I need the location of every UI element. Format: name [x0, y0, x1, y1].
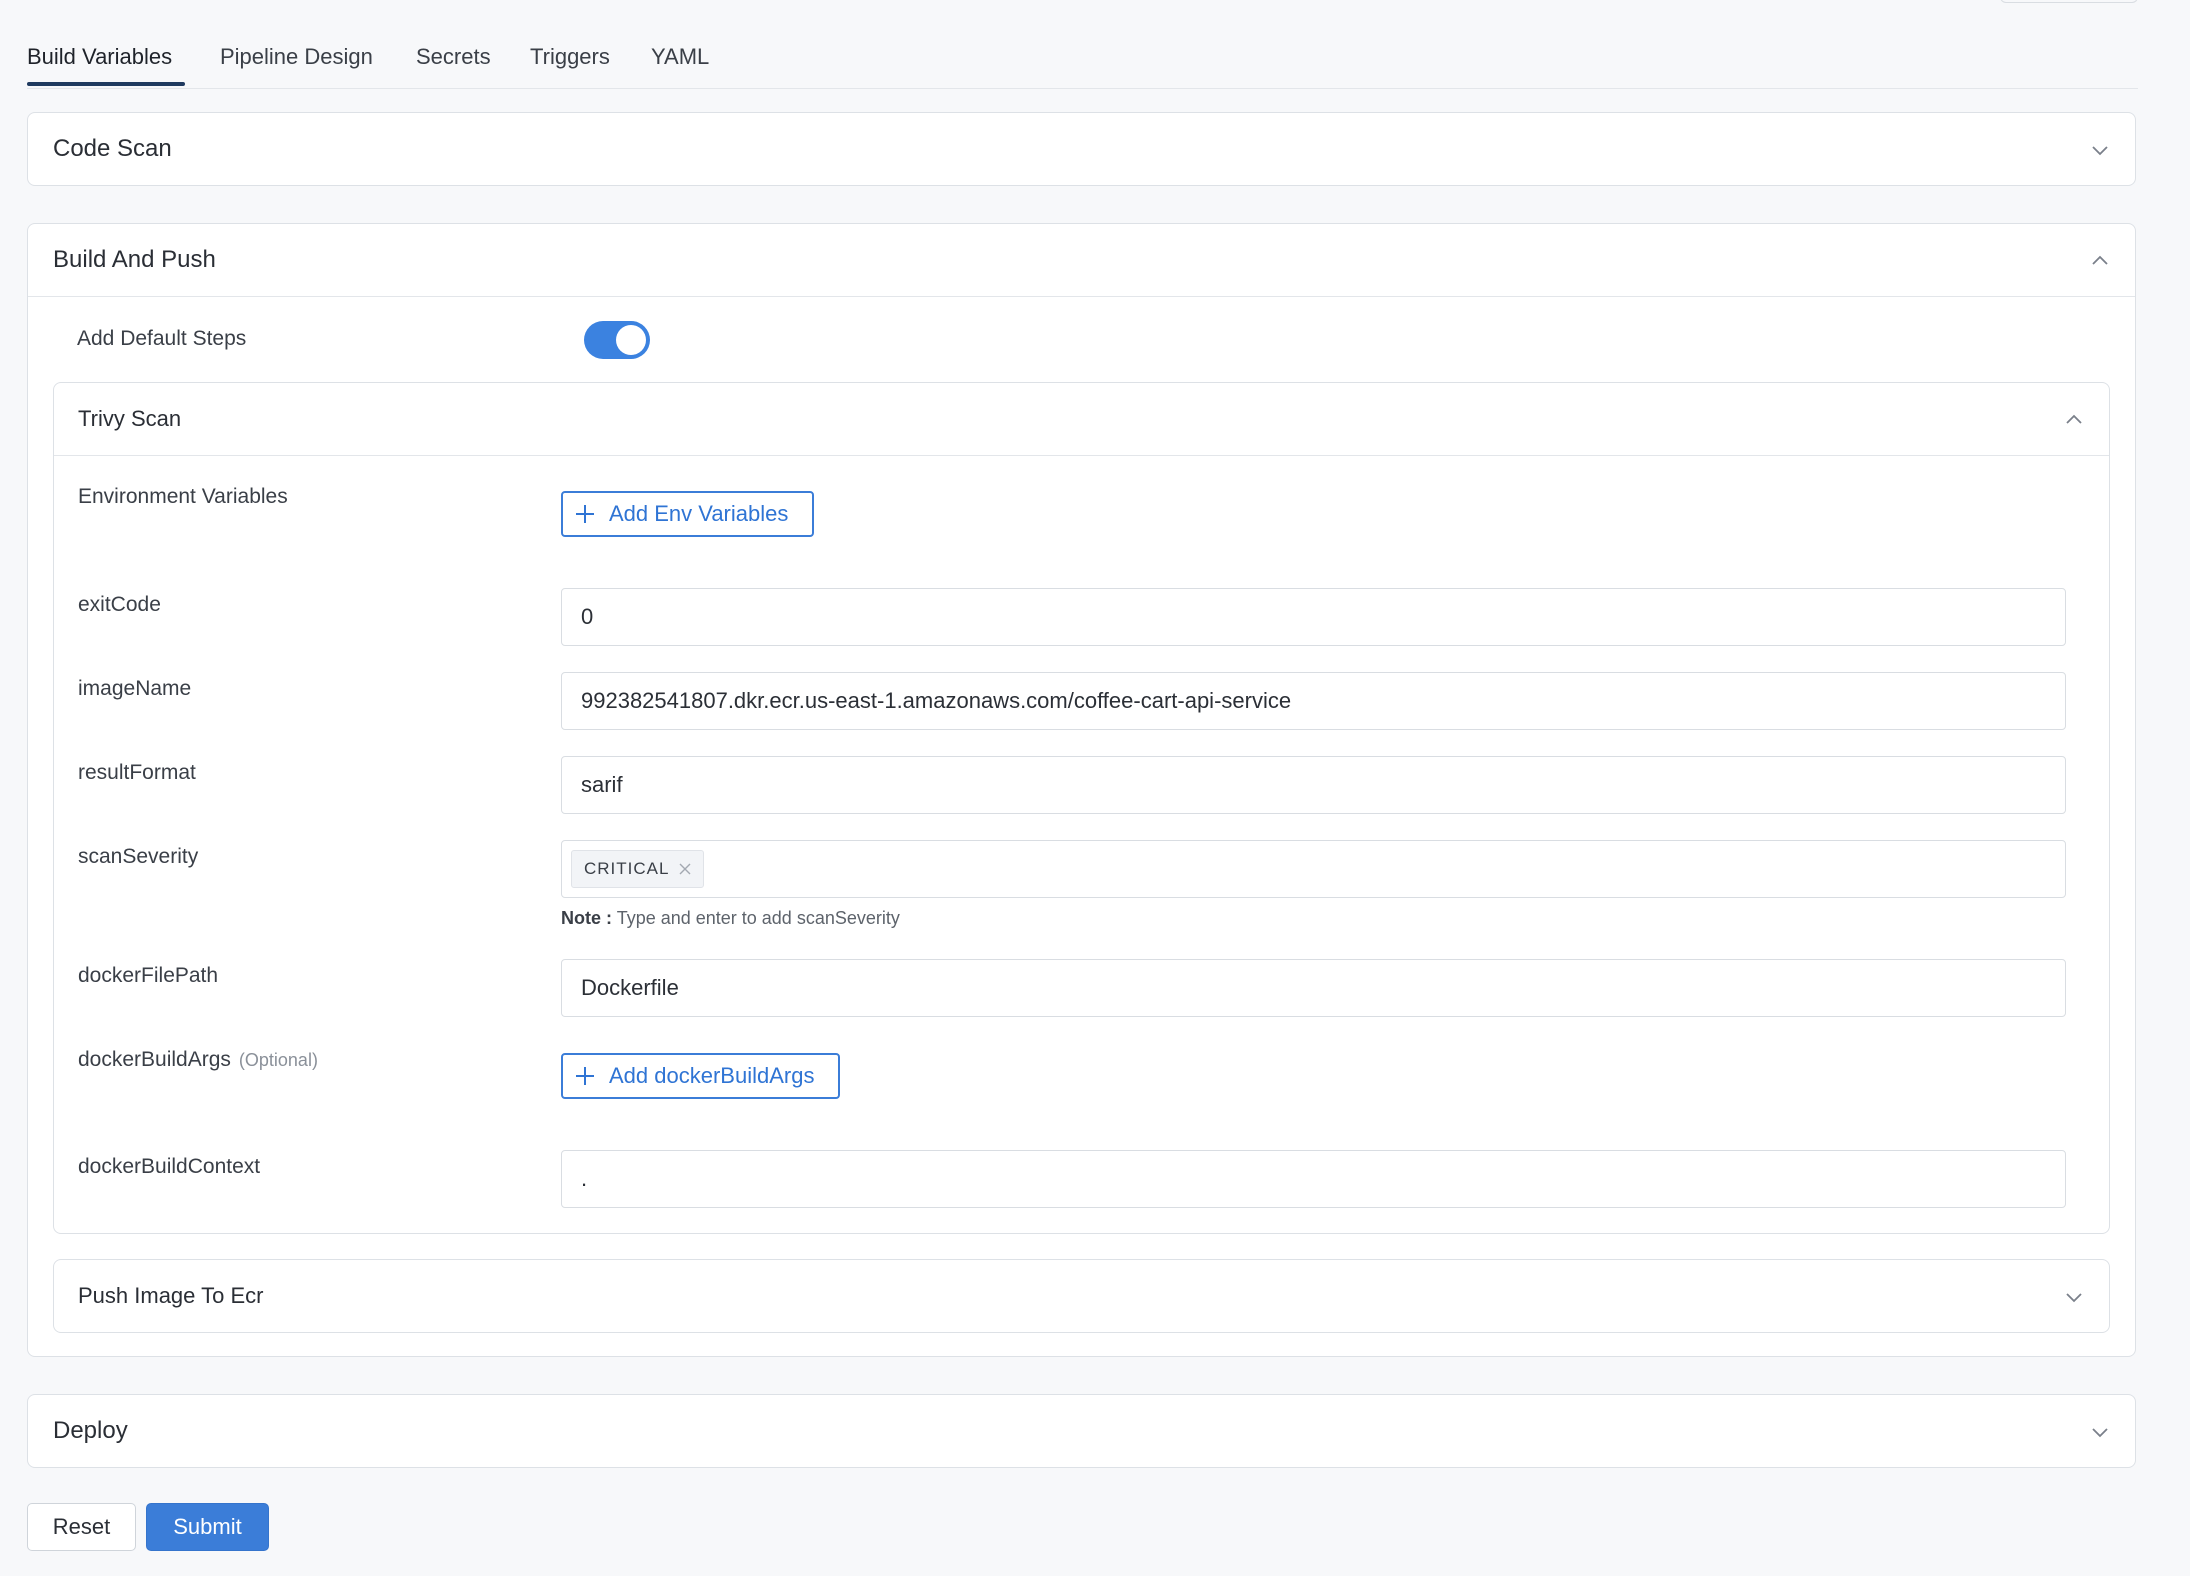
- push-image-title: Push Image To Ecr: [78, 1283, 264, 1308]
- docker-file-path-input[interactable]: Dockerfile: [561, 959, 2066, 1017]
- docker-build-args-text: dockerBuildArgs: [78, 1048, 231, 1071]
- note-prefix: Note :: [561, 908, 612, 928]
- exit-code-value: 0: [581, 604, 594, 629]
- top-button-edge: [2000, 0, 2138, 3]
- add-env-variables-label: Add Env Variables: [609, 501, 789, 526]
- docker-build-context-label: dockerBuildContext: [78, 1155, 261, 1178]
- build-and-push-panel: Build And Push Add Default Steps Trivy S…: [27, 223, 2136, 1357]
- reset-button[interactable]: Reset: [27, 1503, 136, 1551]
- deploy-title: Deploy: [53, 1417, 128, 1444]
- optional-hint: (Optional): [238, 1050, 318, 1070]
- exit-code-label: exitCode: [78, 593, 161, 616]
- docker-file-path-value: Dockerfile: [581, 975, 679, 1000]
- severity-tag-label: CRITICAL: [584, 859, 670, 878]
- add-env-variables-button[interactable]: Add Env Variables: [561, 491, 815, 537]
- toggle-knob: [616, 325, 646, 355]
- close-icon[interactable]: [679, 863, 691, 875]
- chevron-down-icon[interactable]: [2065, 1288, 2083, 1306]
- result-format-input[interactable]: sarif: [561, 756, 2066, 814]
- add-docker-build-args-label: Add dockerBuildArgs: [609, 1063, 815, 1088]
- severity-tag-critical: CRITICAL: [571, 850, 705, 888]
- tab-yaml[interactable]: YAML: [651, 44, 709, 70]
- active-tab-indicator: [27, 82, 185, 86]
- chevron-up-icon[interactable]: [2065, 411, 2083, 429]
- build-and-push-title: Build And Push: [53, 246, 216, 273]
- trivy-scan-header[interactable]: Trivy Scan: [54, 383, 2109, 456]
- scan-severity-input[interactable]: CRITICAL: [561, 840, 2066, 898]
- build-and-push-header[interactable]: Build And Push: [28, 224, 2135, 297]
- exit-code-input[interactable]: 0: [561, 588, 2066, 646]
- tab-bar: Build Variables Pipeline Design Secrets …: [27, 0, 2138, 89]
- trivy-scan-title: Trivy Scan: [78, 406, 182, 431]
- scan-severity-label: scanSeverity: [78, 845, 199, 868]
- image-name-label: imageName: [78, 677, 192, 700]
- push-image-panel: Push Image To Ecr: [53, 1259, 2110, 1333]
- submit-button[interactable]: Submit: [146, 1503, 269, 1551]
- plus-icon: [576, 1067, 594, 1085]
- chevron-down-icon[interactable]: [2091, 1423, 2109, 1441]
- scan-severity-note: Note : Type and enter to add scanSeverit…: [561, 908, 900, 929]
- code-scan-title: Code Scan: [53, 135, 172, 162]
- push-image-header[interactable]: Push Image To Ecr: [54, 1260, 2109, 1332]
- chevron-down-icon[interactable]: [2091, 141, 2109, 159]
- image-name-value: 992382541807.dkr.ecr.us-east-1.amazonaws…: [581, 688, 1292, 713]
- code-scan-header[interactable]: Code Scan: [28, 113, 2135, 185]
- tab-triggers[interactable]: Triggers: [530, 44, 610, 70]
- tab-secrets[interactable]: Secrets: [416, 44, 491, 70]
- trivy-scan-panel: Trivy Scan Environment Variables Add Env…: [53, 382, 2110, 1234]
- env-variables-label: Environment Variables: [78, 485, 288, 508]
- note-text: Type and enter to add scanSeverity: [616, 908, 900, 928]
- page: Build Variables Pipeline Design Secrets …: [27, 0, 2138, 1468]
- add-docker-build-args-button[interactable]: Add dockerBuildArgs: [561, 1053, 841, 1099]
- result-format-value: sarif: [581, 772, 623, 797]
- docker-build-context-value: .: [581, 1166, 588, 1191]
- add-default-steps-label: Add Default Steps: [77, 327, 247, 350]
- deploy-header[interactable]: Deploy: [28, 1395, 2135, 1467]
- code-scan-panel: Code Scan: [27, 112, 2136, 186]
- result-format-label: resultFormat: [78, 761, 196, 784]
- deploy-panel: Deploy: [27, 1394, 2136, 1468]
- chevron-up-icon[interactable]: [2091, 252, 2109, 270]
- plus-icon: [576, 505, 594, 523]
- docker-build-context-input[interactable]: .: [561, 1150, 2066, 1208]
- add-default-steps-toggle[interactable]: [584, 321, 650, 359]
- docker-build-args-label: dockerBuildArgs (Optional): [78, 1048, 318, 1072]
- tab-build-variables[interactable]: Build Variables: [27, 44, 172, 70]
- image-name-input[interactable]: 992382541807.dkr.ecr.us-east-1.amazonaws…: [561, 672, 2066, 730]
- tab-pipeline-design[interactable]: Pipeline Design: [220, 44, 373, 70]
- docker-file-path-label: dockerFilePath: [78, 964, 219, 987]
